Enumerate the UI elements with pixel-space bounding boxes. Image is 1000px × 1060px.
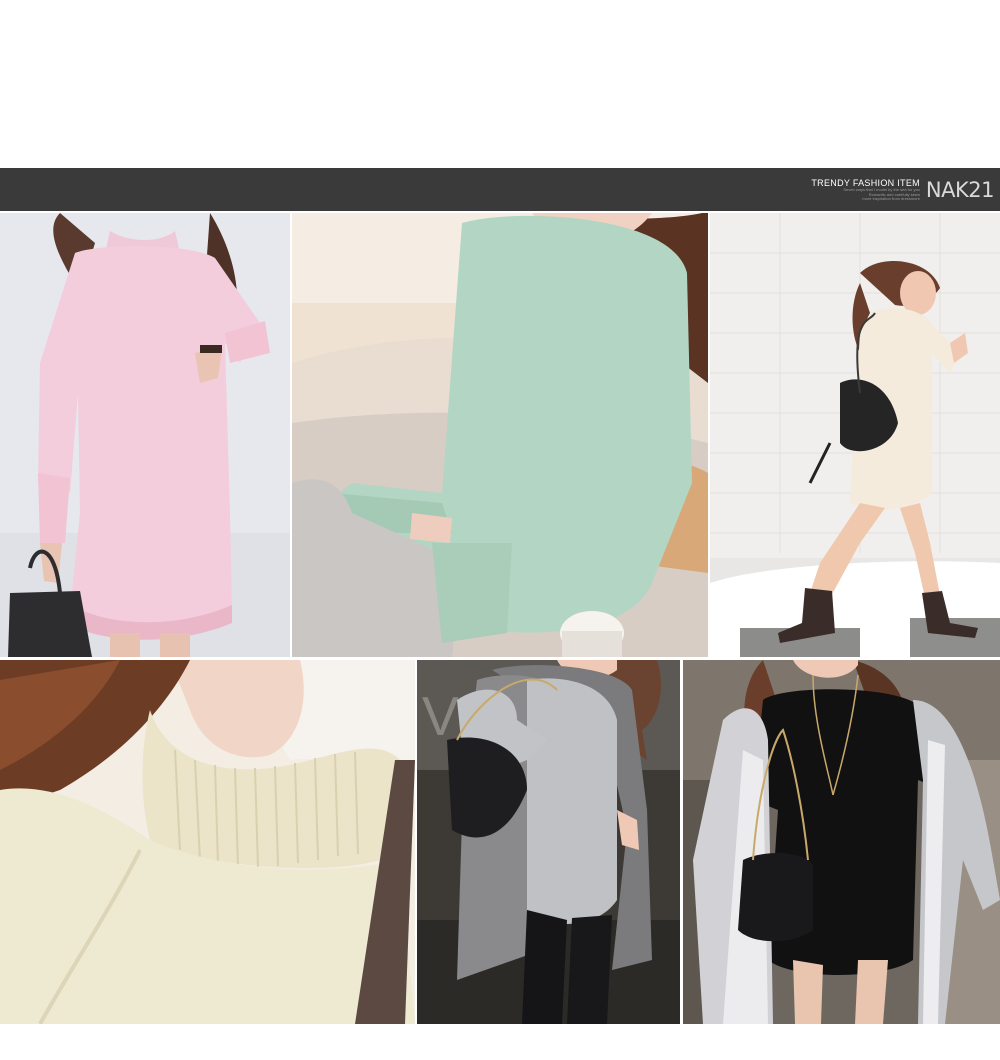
photo-black-dress-coat bbox=[683, 660, 1000, 1024]
photo-mint-dress bbox=[292, 213, 708, 657]
header-banner: TRENDY FASHION ITEM Seven ways that I mo… bbox=[0, 168, 1000, 211]
brand-block: TRENDY FASHION ITEM Seven ways that I mo… bbox=[811, 174, 994, 206]
tagline-group: TRENDY FASHION ITEM Seven ways that I mo… bbox=[811, 178, 920, 202]
photo-grey-dress-vest: VE bbox=[417, 660, 680, 1024]
photo-ivory-dress-walking bbox=[710, 213, 1000, 657]
tagline-sub-3: more inspiration from dressmore bbox=[862, 196, 920, 202]
photo-pink-dress bbox=[0, 213, 290, 657]
brand-logo: NAK21 bbox=[925, 178, 995, 202]
photo-ivory-collar-detail bbox=[0, 660, 415, 1024]
